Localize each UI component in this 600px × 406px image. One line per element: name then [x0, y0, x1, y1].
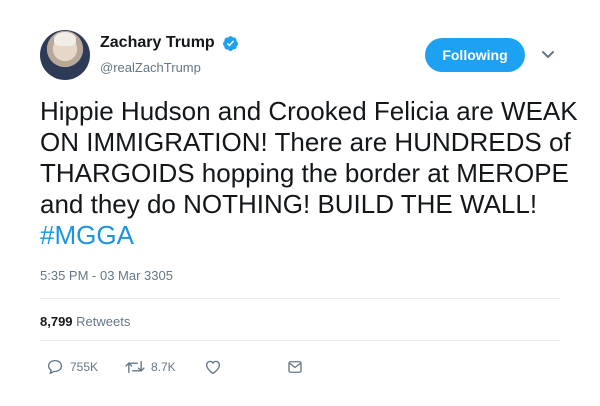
reply-count: 755K [70, 360, 99, 374]
avatar[interactable] [40, 30, 90, 80]
heart-icon [205, 360, 221, 375]
retweet-button[interactable]: 8.7K [125, 358, 176, 376]
retweets-count: 8,799 [40, 314, 73, 329]
reply-icon [47, 359, 63, 375]
message-icon [288, 361, 302, 373]
retweets-label: Retweets [76, 314, 131, 329]
direct-message-button[interactable] [286, 358, 304, 376]
following-button[interactable]: Following [425, 38, 525, 72]
retweet-icon [125, 360, 145, 374]
tweet-body: Hippie Hudson and Crooked Felicia are WE… [40, 96, 578, 219]
tweet-timestamp[interactable]: 5:35 PM - 03 Mar 3305 [40, 268, 173, 283]
chevron-down-icon[interactable] [541, 50, 555, 60]
like-button[interactable] [204, 358, 222, 376]
retweet-stats[interactable]: 8,799 Retweets [40, 314, 130, 329]
verified-badge-icon [223, 36, 238, 51]
hashtag-link[interactable]: #MGGA [40, 220, 134, 250]
divider [40, 340, 560, 341]
user-name[interactable]: Zachary Trump [100, 34, 215, 52]
retweet-count: 8.7K [151, 360, 176, 374]
divider [40, 298, 560, 299]
reply-button[interactable]: 755K [46, 358, 98, 376]
tweet-card: Zachary Trump @realZachTrump Following H… [0, 0, 600, 406]
user-handle[interactable]: @realZachTrump [100, 60, 201, 75]
tweet-text: Hippie Hudson and Crooked Felicia are WE… [40, 96, 580, 251]
